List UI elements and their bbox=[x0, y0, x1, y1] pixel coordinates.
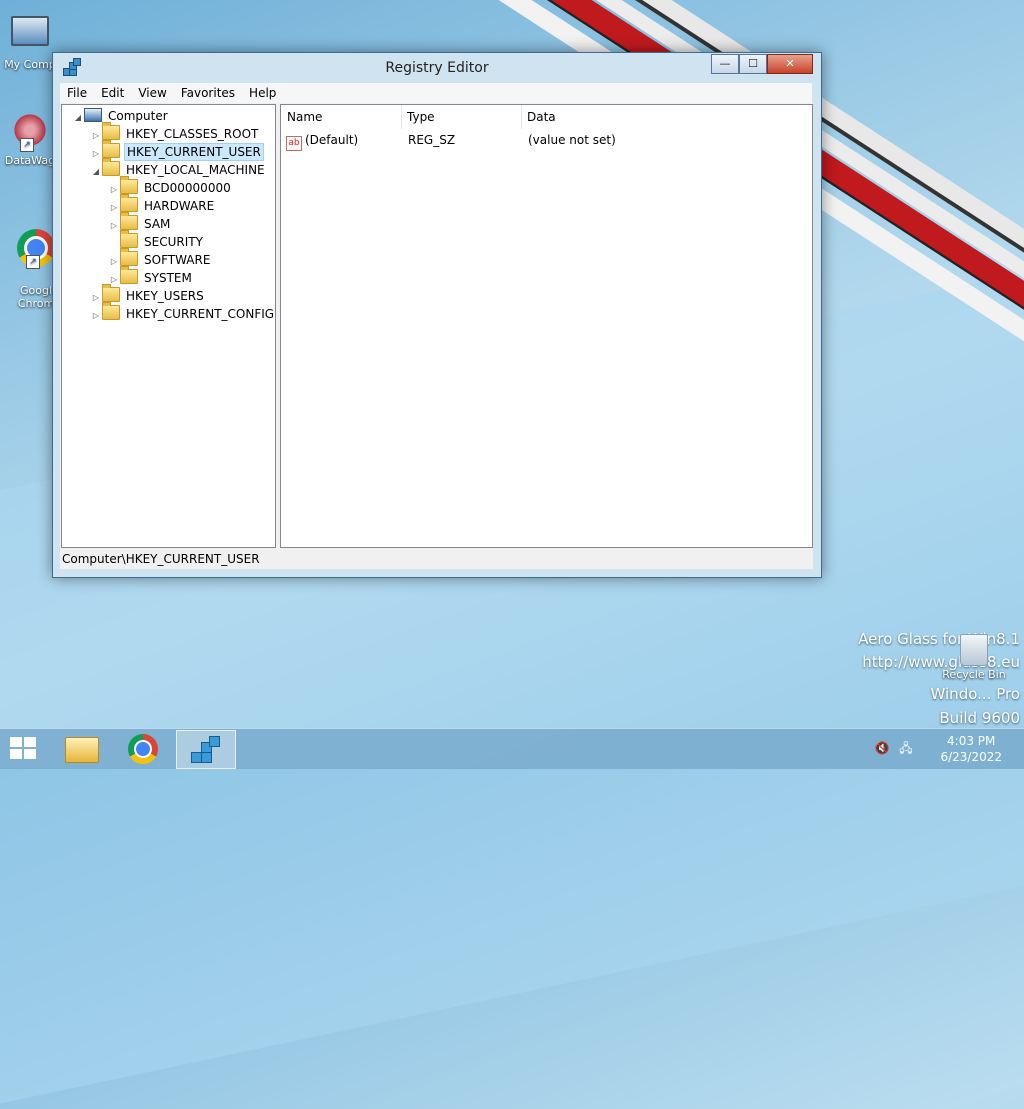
caption-buttons: — ☐ ✕ bbox=[711, 54, 813, 74]
value-name-cell[interactable]: ab (Default) bbox=[286, 131, 396, 151]
string-value-icon: ab bbox=[286, 136, 302, 151]
taskbar-registry-editor[interactable] bbox=[176, 730, 236, 769]
tree-node-hkey-current-user[interactable]: ▷ HKEY_CURRENT_USER bbox=[90, 140, 264, 161]
folder-icon bbox=[102, 140, 120, 158]
tree-node-hkey-current-config[interactable]: ▷ HKEY_CURRENT_CONFIG bbox=[90, 302, 275, 325]
registry-editor-window[interactable]: Registry Editor — ☐ ✕ File Edit View Fav… bbox=[52, 52, 822, 578]
chrome-icon bbox=[128, 734, 158, 764]
shortcut-arrow-icon: ↗ bbox=[26, 255, 40, 269]
column-header-type[interactable]: Type bbox=[401, 105, 522, 129]
menu-bar: File Edit View Favorites Help bbox=[60, 83, 812, 103]
title-bar[interactable]: Registry Editor — ☐ ✕ bbox=[53, 53, 821, 83]
value-type-cell: REG_SZ bbox=[408, 133, 456, 147]
menu-help[interactable]: Help bbox=[242, 83, 283, 103]
folder-icon bbox=[120, 176, 138, 194]
recycle-bin-icon bbox=[960, 634, 988, 666]
desktop-icon-label: Googl Chrom bbox=[17, 284, 55, 310]
menu-view[interactable]: View bbox=[131, 83, 173, 103]
folder-icon bbox=[120, 230, 138, 248]
taskbar-chrome[interactable] bbox=[114, 730, 172, 767]
volume-muted-icon[interactable]: 🔇 bbox=[874, 741, 890, 755]
collapse-icon[interactable]: ◢ bbox=[72, 109, 84, 127]
status-bar-path: Computer\HKEY_CURRENT_USER bbox=[62, 552, 260, 566]
window-title: Registry Editor bbox=[385, 60, 489, 76]
folder-icon bbox=[120, 248, 138, 266]
desktop-icon-recycle-bin[interactable]: Recycle Bin bbox=[942, 634, 1006, 681]
tree-node-system[interactable]: ▷ SYSTEM bbox=[108, 266, 194, 287]
registry-editor-icon bbox=[191, 736, 221, 764]
taskbar: 🔇 🖧 4:03 PM 6/23/2022 bbox=[0, 728, 1024, 769]
folder-icon bbox=[102, 284, 120, 302]
network-icon[interactable]: 🖧 bbox=[898, 741, 914, 755]
collapse-icon[interactable]: ◢ bbox=[90, 163, 102, 181]
folder-icon bbox=[102, 158, 120, 176]
computer-icon bbox=[10, 16, 50, 56]
folder-icon bbox=[102, 302, 120, 320]
tree-node-hkey-local-machine[interactable]: ◢ HKEY_LOCAL_MACHINE bbox=[90, 158, 267, 181]
clock-date: 6/23/2022 bbox=[940, 750, 1002, 764]
system-clock[interactable]: 4:03 PM 6/23/2022 bbox=[940, 733, 1002, 765]
tree-node-sam[interactable]: ▷ SAM bbox=[108, 212, 172, 233]
menu-edit[interactable]: Edit bbox=[94, 83, 131, 103]
client-area: ◢ Computer ▷ HKEY_CLASSES_ROOT ▷ HKEY_CURRE… bbox=[60, 103, 813, 569]
folder-icon bbox=[120, 194, 138, 212]
menu-favorites[interactable]: Favorites bbox=[174, 83, 242, 103]
column-header-name[interactable]: Name bbox=[281, 105, 402, 129]
registry-tree[interactable]: ◢ Computer ▷ HKEY_CLASSES_ROOT ▷ HKEY_CURRE… bbox=[61, 104, 276, 548]
maximize-button[interactable]: ☐ bbox=[739, 54, 767, 74]
column-header-data[interactable]: Data bbox=[521, 105, 811, 129]
shortcut-arrow-icon: ↗ bbox=[20, 138, 34, 152]
clock-time: 4:03 PM bbox=[947, 734, 996, 748]
tree-node-computer[interactable]: ◢ Computer bbox=[72, 107, 170, 125]
desktop-icon-label: My Comp bbox=[4, 58, 56, 71]
desktop-icon-label: Recycle Bin bbox=[942, 668, 1006, 681]
close-button[interactable]: ✕ bbox=[767, 54, 813, 74]
registry-values-list[interactable]: Name Type Data ab (Default) REG_SZ (value… bbox=[280, 104, 813, 548]
value-data-cell: (value not set) bbox=[528, 133, 616, 147]
desktop-icon-datawag[interactable]: ↗ DataWag bbox=[2, 110, 58, 167]
folder-icon bbox=[102, 122, 120, 140]
minimize-button[interactable]: — bbox=[711, 54, 739, 74]
folder-icon bbox=[120, 212, 138, 230]
file-explorer-icon bbox=[65, 737, 99, 763]
datawag-icon: ↗ bbox=[10, 112, 50, 152]
chrome-icon: ↗ bbox=[16, 229, 56, 269]
tree-node-hkey-classes-root[interactable]: ▷ HKEY_CLASSES_ROOT bbox=[90, 122, 260, 143]
menu-file[interactable]: File bbox=[60, 83, 94, 103]
taskbar-file-explorer[interactable] bbox=[52, 730, 110, 767]
desktop-icon-label: DataWag bbox=[4, 154, 56, 167]
watermark-line: Windo... Pro bbox=[930, 685, 1020, 703]
start-button[interactable] bbox=[10, 737, 38, 761]
watermark-line: Build 9600 bbox=[939, 709, 1020, 727]
folder-icon bbox=[120, 266, 138, 284]
computer-icon bbox=[84, 108, 102, 122]
expand-icon[interactable]: ▷ bbox=[90, 307, 102, 325]
desktop-icon-my-computer[interactable]: My Comp bbox=[2, 10, 58, 71]
